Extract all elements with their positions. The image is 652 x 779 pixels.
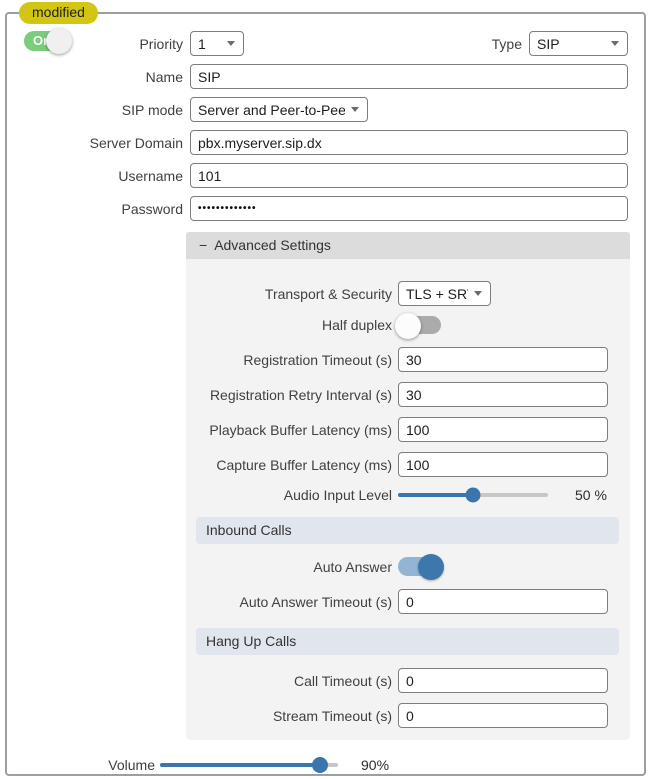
transport-security-value: TLS + SRTP — [406, 286, 468, 302]
priority-select[interactable]: 1 — [190, 31, 244, 56]
server-domain-input[interactable] — [190, 130, 628, 155]
row-username: Username — [9, 163, 628, 188]
name-input[interactable] — [190, 64, 628, 89]
call-timeout-input[interactable] — [398, 668, 608, 693]
hang-up-calls-header: Hang Up Calls — [196, 628, 619, 655]
volume-slider[interactable] — [160, 763, 338, 767]
password-label: Password — [9, 201, 190, 217]
toggle-knob-icon — [418, 554, 444, 580]
chevron-down-icon — [474, 291, 482, 296]
inbound-calls-header: Inbound Calls — [196, 517, 619, 544]
row-stream-timeout: Stream Timeout (s) — [186, 703, 610, 728]
modified-badge: modified — [19, 2, 98, 24]
registration-retry-label: Registration Retry Interval (s) — [186, 387, 398, 403]
chevron-down-icon — [351, 107, 359, 112]
endpoint-enabled-toggle[interactable]: On — [24, 31, 69, 51]
audio-input-level-label: Audio Input Level — [186, 487, 398, 503]
row-auto-answer-timeout: Auto Answer Timeout (s) — [186, 589, 610, 614]
advanced-settings-panel: −Advanced Settings Transport & Security … — [186, 232, 630, 740]
playback-latency-input[interactable] — [398, 417, 608, 442]
auto-answer-label: Auto Answer — [186, 559, 398, 575]
half-duplex-toggle[interactable] — [398, 316, 441, 334]
audio-input-level-value: 50 % — [575, 487, 607, 503]
registration-retry-input[interactable] — [398, 382, 608, 407]
row-audio-input-level: Audio Input Level 50 % — [186, 487, 610, 503]
sip-mode-value: Server and Peer-to-Peer — [198, 102, 345, 118]
advanced-settings-title: Advanced Settings — [214, 237, 331, 253]
toggle-knob-icon — [46, 28, 72, 54]
audio-input-level-slider[interactable] — [398, 493, 548, 497]
row-priority-type: On Priority 1 Type SIP — [9, 31, 628, 56]
advanced-settings-header[interactable]: −Advanced Settings — [186, 232, 630, 259]
type-select[interactable]: SIP — [529, 31, 628, 56]
row-auto-answer: Auto Answer — [186, 557, 610, 576]
collapse-minus-icon: − — [199, 237, 207, 253]
slider-fill — [160, 763, 320, 767]
sip-endpoint-settings-panel: modified On Priority 1 Type SIP Name SIP… — [5, 12, 646, 776]
toggle-knob-icon — [395, 313, 421, 339]
capture-latency-input[interactable] — [398, 452, 608, 477]
row-volume: Volume 90% — [9, 757, 628, 773]
slider-fill — [398, 493, 473, 497]
name-label: Name — [9, 69, 190, 85]
row-transport-security: Transport & Security TLS + SRTP — [186, 281, 610, 306]
chevron-down-icon — [227, 41, 235, 46]
row-playback-latency: Playback Buffer Latency (ms) — [186, 417, 610, 442]
row-registration-retry: Registration Retry Interval (s) — [186, 382, 610, 407]
volume-value: 90% — [361, 757, 389, 773]
auto-answer-timeout-input[interactable] — [398, 589, 608, 614]
username-label: Username — [9, 168, 190, 184]
row-half-duplex: Half duplex — [186, 316, 610, 334]
row-server-domain: Server Domain — [9, 130, 628, 155]
row-capture-latency: Capture Buffer Latency (ms) — [186, 452, 610, 477]
type-value: SIP — [537, 36, 605, 52]
row-call-timeout: Call Timeout (s) — [186, 668, 610, 693]
transport-security-label: Transport & Security — [186, 286, 398, 302]
sip-mode-select[interactable]: Server and Peer-to-Peer — [190, 97, 368, 122]
row-name: Name — [9, 64, 628, 89]
sip-mode-label: SIP mode — [9, 102, 190, 118]
auto-answer-toggle[interactable] — [398, 557, 441, 576]
slider-knob[interactable] — [466, 488, 481, 503]
playback-latency-label: Playback Buffer Latency (ms) — [186, 422, 398, 438]
stream-timeout-input[interactable] — [398, 703, 608, 728]
row-sip-mode: SIP mode Server and Peer-to-Peer — [9, 97, 628, 122]
row-registration-timeout: Registration Timeout (s) — [186, 347, 610, 372]
row-password: Password — [9, 196, 628, 221]
capture-latency-label: Capture Buffer Latency (ms) — [186, 457, 398, 473]
registration-timeout-label: Registration Timeout (s) — [186, 352, 398, 368]
half-duplex-label: Half duplex — [186, 317, 398, 333]
volume-label: Volume — [9, 757, 160, 773]
type-label: Type — [492, 36, 529, 52]
registration-timeout-input[interactable] — [398, 347, 608, 372]
username-input[interactable] — [190, 163, 628, 188]
password-input[interactable] — [190, 196, 628, 221]
chevron-down-icon — [611, 41, 619, 46]
slider-knob[interactable] — [312, 757, 328, 773]
auto-answer-timeout-label: Auto Answer Timeout (s) — [186, 594, 398, 610]
server-domain-label: Server Domain — [9, 135, 190, 151]
call-timeout-label: Call Timeout (s) — [186, 673, 398, 689]
priority-value: 1 — [198, 36, 221, 52]
stream-timeout-label: Stream Timeout (s) — [186, 708, 398, 724]
transport-security-select[interactable]: TLS + SRTP — [398, 281, 491, 306]
